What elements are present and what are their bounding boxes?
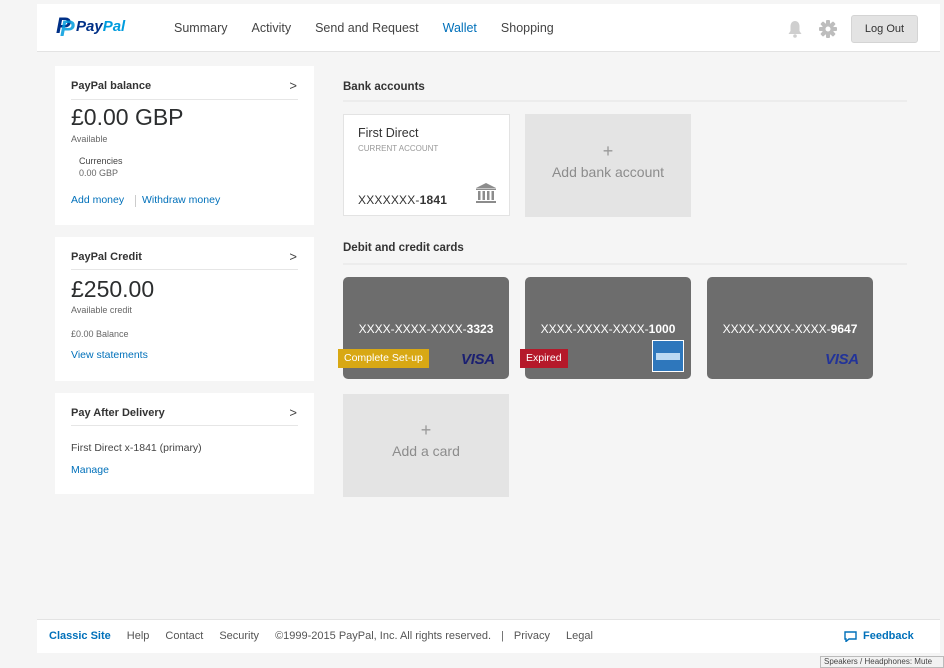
card-number: XXXX-XXXX-XXXX-1000 (540, 322, 676, 336)
payment-card[interactable]: XXXX-XXXX-XXXX-9647 VISA (707, 277, 873, 379)
bank-account-card[interactable]: First Direct CURRENT ACCOUNT XXXXXXX-184… (343, 114, 510, 216)
nav-wallet[interactable]: Wallet (443, 21, 477, 35)
logo-wordmark: PayPal (76, 17, 126, 35)
credit-available-label: Available credit (71, 305, 132, 315)
divider (71, 99, 298, 100)
divider (71, 269, 298, 270)
credit-balance-line: £0.00 Balance (71, 329, 129, 339)
pay-after-account: First Direct x-1841 (primary) (71, 442, 202, 454)
nav-activity[interactable]: Activity (251, 21, 291, 35)
add-card-button[interactable]: + Add a card (343, 394, 509, 497)
top-header: PP PayPal Summary Activity Send and Requ… (37, 4, 940, 52)
paypal-p-icon: PP (56, 13, 75, 41)
credit-title[interactable]: PayPal Credit (71, 251, 142, 263)
divider (135, 195, 136, 207)
balance-amount: £0.00 GBP (71, 104, 184, 130)
feedback-label: Feedback (863, 630, 914, 642)
legal-link[interactable]: Legal (566, 630, 593, 642)
security-link[interactable]: Security (219, 630, 259, 642)
credit-card-panel: PayPal Credit > £250.00 Available credit… (55, 237, 314, 381)
pay-after-delivery-panel: Pay After Delivery > First Direct x-1841… (55, 393, 314, 494)
system-status-tooltip: Speakers / Headphones: Mute (820, 656, 944, 668)
bank-building-icon (476, 183, 496, 203)
bank-account-type: CURRENT ACCOUNT (358, 144, 439, 153)
bank-accounts-heading: Bank accounts (343, 81, 425, 93)
currencies-label: Currencies (79, 156, 123, 166)
balance-card: PayPal balance > £0.00 GBP Available Cur… (55, 66, 314, 225)
paypal-logo[interactable]: PP PayPal (56, 13, 126, 41)
pay-after-title[interactable]: Pay After Delivery (71, 407, 165, 419)
contact-link[interactable]: Contact (165, 630, 203, 642)
visa-logo-icon: VISA (461, 351, 495, 368)
plus-icon: + (602, 141, 614, 161)
cards-heading: Debit and credit cards (343, 242, 464, 254)
add-card-label: Add a card (392, 443, 460, 459)
complete-setup-badge[interactable]: Complete Set-up (338, 349, 429, 368)
privacy-link[interactable]: Privacy (514, 630, 550, 642)
divider (71, 425, 298, 426)
help-link[interactable]: Help (127, 630, 150, 642)
add-money-link[interactable]: Add money (71, 194, 124, 206)
feedback-button[interactable]: Feedback (844, 630, 914, 642)
manage-link[interactable]: Manage (71, 464, 109, 476)
bank-name: First Direct (358, 126, 419, 140)
bank-account-number: XXXXXXX-1841 (358, 193, 448, 207)
gear-icon[interactable] (818, 19, 838, 39)
credit-amount: £250.00 (71, 276, 155, 302)
main-nav: Summary Activity Send and Request Wallet… (174, 21, 578, 35)
chevron-right-icon[interactable]: > (289, 405, 297, 420)
nav-send-and-request[interactable]: Send and Request (315, 21, 419, 35)
visa-logo-icon: VISA (825, 351, 859, 368)
balance-title[interactable]: PayPal balance (71, 80, 151, 92)
payment-card[interactable]: XXXX-XXXX-XXXX-3323 Complete Set-up VISA (338, 277, 509, 379)
logout-button[interactable]: Log Out (851, 15, 918, 43)
balance-available-label: Available (71, 134, 108, 144)
bell-icon[interactable] (787, 20, 803, 38)
card-number: XXXX-XXXX-XXXX-9647 (722, 322, 858, 336)
add-bank-account-button[interactable]: + Add bank account (525, 114, 691, 217)
footer-links: Classic Site Help Contact Security ©1999… (49, 630, 609, 642)
expired-badge: Expired (520, 349, 568, 368)
divider (343, 100, 907, 102)
withdraw-money-link[interactable]: Withdraw money (142, 194, 220, 206)
plus-icon: + (420, 420, 432, 440)
chevron-right-icon[interactable]: > (289, 249, 297, 264)
currencies-value: 0.00 GBP (79, 168, 119, 178)
footer: Classic Site Help Contact Security ©1999… (37, 619, 940, 653)
card-number: XXXX-XXXX-XXXX-3323 (358, 322, 494, 336)
nav-summary[interactable]: Summary (174, 21, 227, 35)
nav-shopping[interactable]: Shopping (501, 21, 554, 35)
add-bank-account-label: Add bank account (551, 164, 665, 180)
classic-site-link[interactable]: Classic Site (49, 630, 111, 642)
chat-bubble-icon (844, 630, 857, 642)
divider: | (501, 630, 504, 642)
view-statements-link[interactable]: View statements (71, 349, 148, 361)
copyright-text: ©1999-2015 PayPal, Inc. All rights reser… (275, 630, 492, 642)
divider (343, 263, 907, 265)
chevron-right-icon[interactable]: > (289, 78, 297, 93)
amex-logo-icon (652, 340, 684, 372)
payment-card[interactable]: XXXX-XXXX-XXXX-1000 Expired (520, 277, 691, 379)
